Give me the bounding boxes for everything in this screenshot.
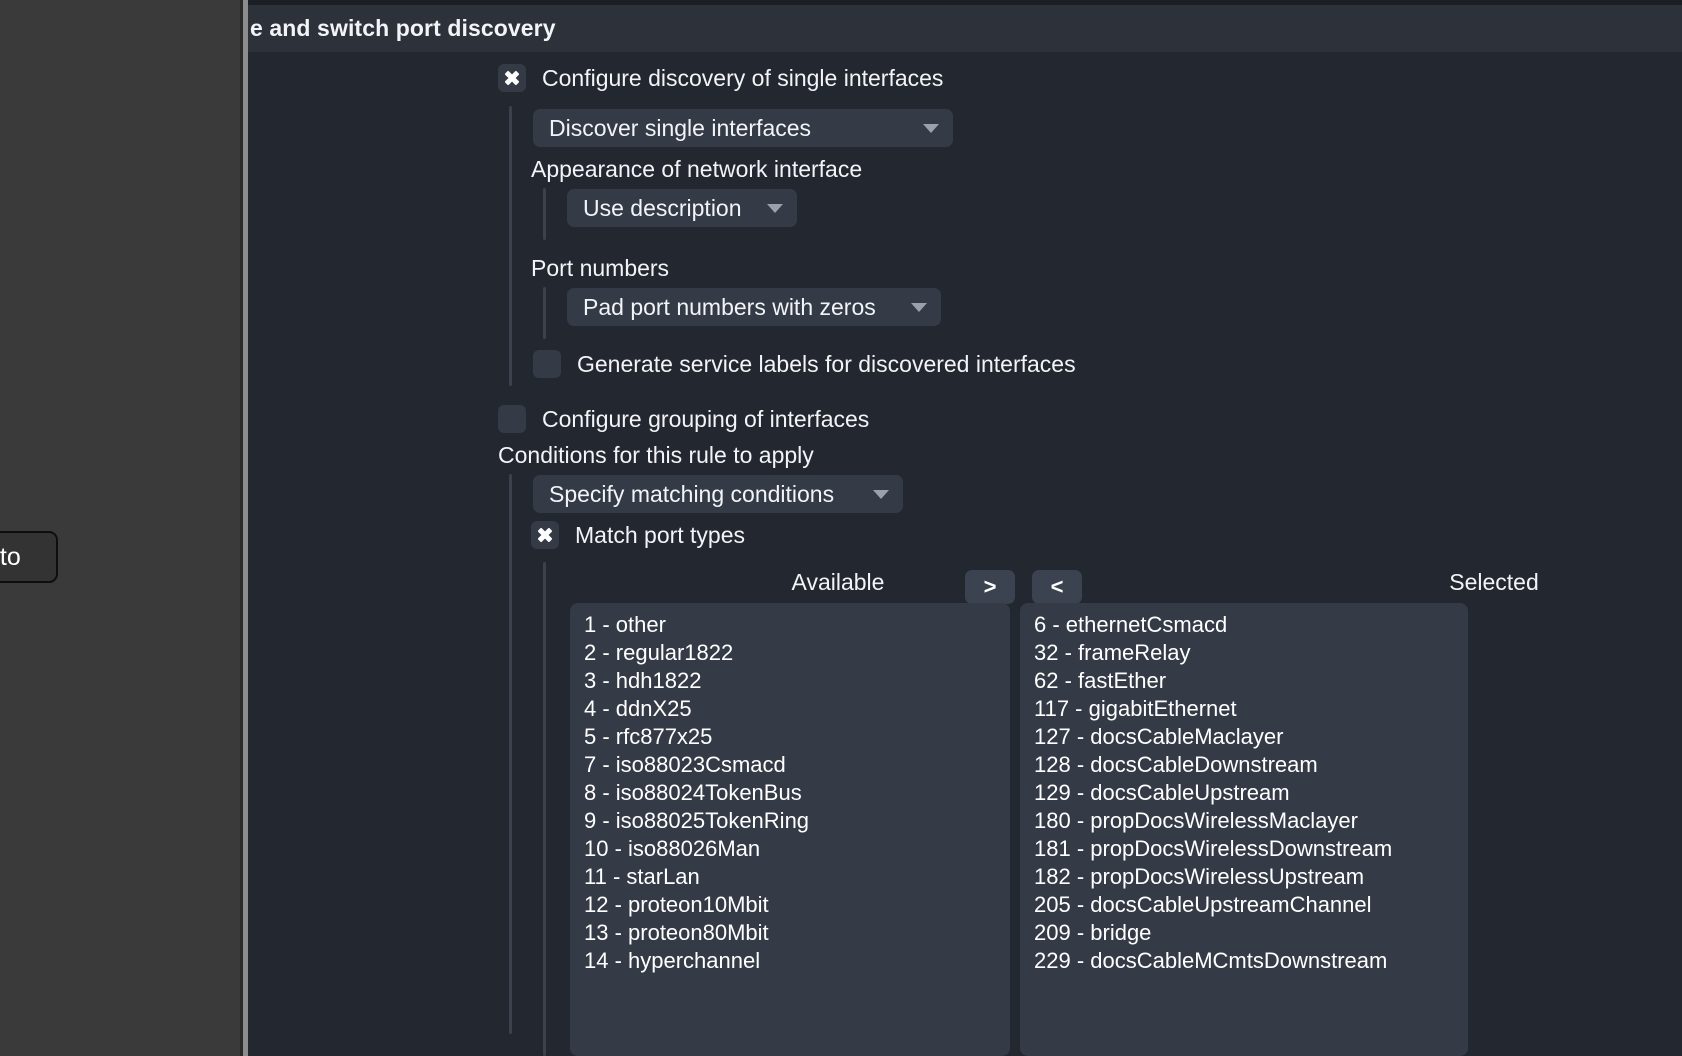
chevron-down-icon (923, 123, 939, 133)
appearance-mode-dropdown[interactable]: Use description (567, 189, 797, 227)
configure-single-interfaces-checkbox[interactable] (498, 64, 526, 92)
appearance-label: Appearance of network interface (531, 156, 863, 182)
move-left-label: < (1050, 574, 1064, 599)
selected-option[interactable]: 117 - gigabitEthernet (1020, 695, 1468, 723)
configure-single-interfaces-label: Configure discovery of single interfaces (542, 64, 944, 91)
move-right-label: > (983, 574, 997, 599)
available-option[interactable]: 12 - proteon10Mbit (570, 891, 1010, 919)
available-column-header: Available (791, 569, 885, 595)
match-port-types-row[interactable]: Match port types (531, 521, 745, 549)
available-option[interactable]: 1 - other (570, 611, 1010, 639)
match-port-types-checkbox[interactable] (531, 521, 559, 549)
available-option[interactable]: 13 - proteon80Mbit (570, 919, 1010, 947)
main-panel: e and switch port discovery Configure di… (248, 0, 1682, 1056)
indent-guide-port-numbers (543, 287, 546, 339)
page-title: e and switch port discovery (250, 15, 556, 41)
selected-option[interactable]: 229 - docsCableMCmtsDownstream (1020, 947, 1468, 975)
configure-single-interfaces-row[interactable]: Configure discovery of single interfaces (498, 64, 943, 92)
available-option[interactable]: 3 - hdh1822 (570, 667, 1010, 695)
selected-option[interactable]: 209 - bridge (1020, 919, 1468, 947)
chevron-down-icon (873, 489, 889, 499)
selected-option[interactable]: 6 - ethernetCsmacd (1020, 611, 1468, 639)
panel-header: e and switch port discovery (248, 5, 1682, 52)
selected-option[interactable]: 129 - docsCableUpstream (1020, 779, 1468, 807)
port-numbers-mode-dropdown[interactable]: Pad port numbers with zeros (567, 288, 941, 326)
available-option[interactable]: 2 - regular1822 (570, 639, 1010, 667)
selected-option[interactable]: 180 - propDocsWirelessMaclayer (1020, 807, 1468, 835)
conditions-mode-dropdown[interactable]: Specify matching conditions (533, 475, 903, 513)
configure-grouping-checkbox[interactable] (498, 405, 526, 433)
available-option[interactable]: 7 - iso88023Csmacd (570, 751, 1010, 779)
chevron-down-icon (911, 302, 927, 312)
generate-service-labels-row[interactable]: Generate service labels for discovered i… (533, 350, 1076, 378)
available-option[interactable]: 9 - iso88025TokenRing (570, 807, 1010, 835)
screen-root: oto e and switch port discovery Configur… (0, 0, 1682, 1056)
generate-service-labels-checkbox[interactable] (533, 350, 561, 378)
panel-body: Configure discovery of single interfaces… (248, 52, 1682, 1056)
discover-mode-value: Discover single interfaces (549, 114, 812, 141)
selected-column-header: Selected (1449, 569, 1539, 595)
move-right-button[interactable]: > (965, 570, 1015, 604)
appearance-mode-value: Use description (583, 194, 742, 221)
indent-guide-dual-list (543, 562, 546, 1056)
port-numbers-mode-value: Pad port numbers with zeros (583, 293, 876, 320)
move-left-button[interactable]: < (1032, 570, 1082, 604)
port-numbers-label: Port numbers (531, 255, 670, 281)
selected-option[interactable]: 205 - docsCableUpstreamChannel (1020, 891, 1468, 919)
indent-guide-appearance (543, 188, 546, 240)
panel-divider-inner (240, 0, 243, 1056)
indent-guide-conditions (509, 474, 512, 1034)
selected-option[interactable]: 128 - docsCableDownstream (1020, 751, 1468, 779)
conditions-mode-value: Specify matching conditions (549, 480, 835, 507)
generate-service-labels-label: Generate service labels for discovered i… (577, 350, 1076, 377)
match-port-types-label: Match port types (575, 521, 746, 548)
available-listbox[interactable]: 1 - other 2 - regular1822 3 - hdh1822 4 - d… (570, 603, 1010, 1056)
selected-listbox[interactable]: 6 - ethernetCsmacd 32 - frameRelay 62 - fa… (1020, 603, 1468, 1056)
available-option[interactable]: 10 - iso88026Man (570, 835, 1010, 863)
discover-mode-dropdown[interactable]: Discover single interfaces (533, 109, 953, 147)
chevron-down-icon (767, 203, 783, 213)
indent-guide-single-interfaces (509, 106, 512, 386)
selected-option[interactable]: 62 - fastEther (1020, 667, 1468, 695)
floating-goto-chip[interactable]: oto (0, 531, 58, 583)
configure-grouping-row[interactable]: Configure grouping of interfaces (498, 405, 869, 433)
available-option[interactable]: 11 - starLan (570, 863, 1010, 891)
selected-option[interactable]: 32 - frameRelay (1020, 639, 1468, 667)
selected-option[interactable]: 127 - docsCableMaclayer (1020, 723, 1468, 751)
selected-option[interactable]: 181 - propDocsWirelessDownstream (1020, 835, 1468, 863)
selected-option[interactable]: 182 - propDocsWirelessUpstream (1020, 863, 1468, 891)
available-option[interactable]: 14 - hyperchannel (570, 947, 1010, 975)
floating-goto-chip-label: oto (0, 542, 21, 571)
available-option[interactable]: 8 - iso88024TokenBus (570, 779, 1010, 807)
available-option[interactable]: 5 - rfc877x25 (570, 723, 1010, 751)
panel-divider[interactable] (240, 0, 248, 1056)
available-option[interactable]: 4 - ddnX25 (570, 695, 1010, 723)
conditions-label: Conditions for this rule to apply (498, 442, 814, 468)
configure-grouping-label: Configure grouping of interfaces (542, 405, 870, 432)
left-background-area (0, 0, 240, 1056)
